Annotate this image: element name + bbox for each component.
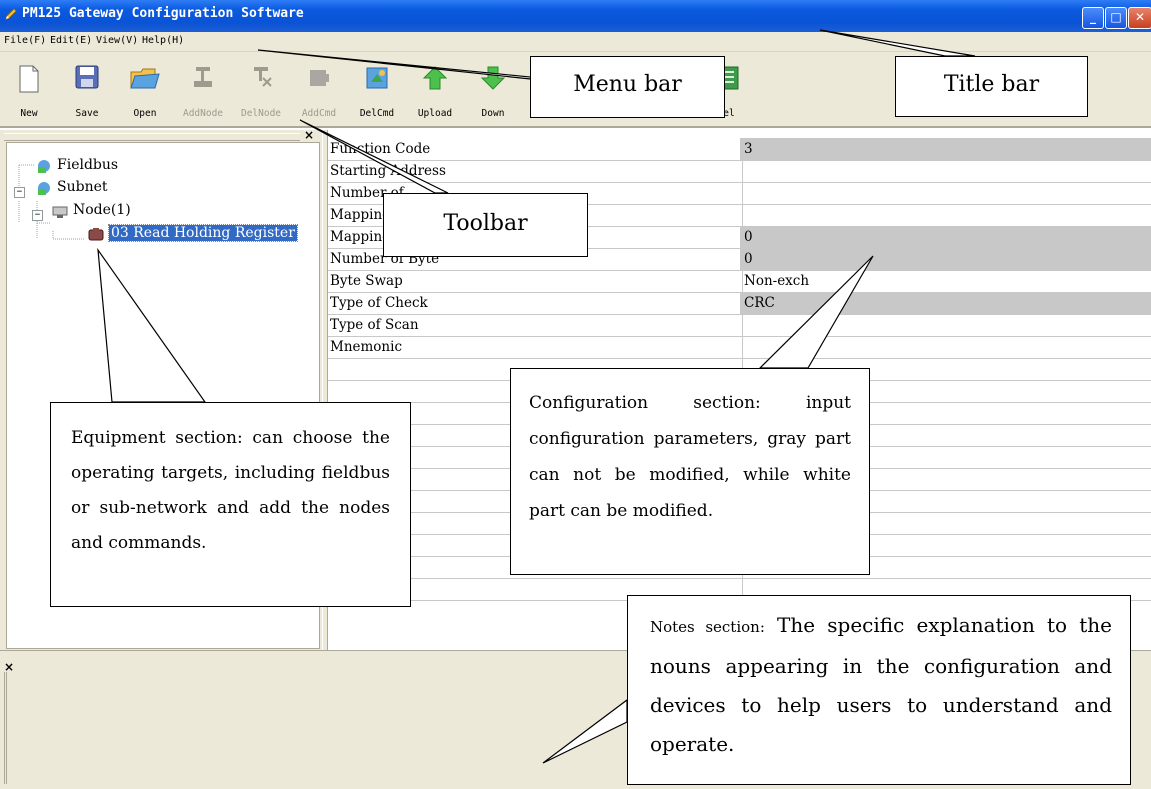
delete-node-button-label: DelNode	[240, 108, 282, 119]
equipment-panel-header: ×	[4, 128, 318, 142]
property-value[interactable]: 0	[740, 248, 1151, 270]
tree-label: Fieldbus	[57, 157, 119, 173]
callout-text: Title bar	[943, 72, 1040, 97]
minimize-icon: _	[1090, 10, 1096, 24]
delete-command-button[interactable]: DelCmd	[348, 56, 406, 122]
open-folder-icon	[130, 68, 160, 89]
add-command-button[interactable]: AddCmd	[290, 56, 348, 122]
save-icon	[75, 65, 99, 89]
callout-title-bar: Title bar	[895, 56, 1088, 117]
tree-label: Subnet	[57, 179, 108, 195]
delete-command-icon	[366, 67, 388, 89]
property-value[interactable]	[740, 182, 1151, 204]
close-button[interactable]: ✕	[1128, 7, 1151, 29]
callout-toolbar: Toolbar	[383, 193, 588, 257]
maximize-button[interactable]: □	[1105, 7, 1127, 29]
tree-item-node[interactable]: Node(1)	[51, 202, 131, 218]
title-bar[interactable]: PM125 Gateway Configuration Software _ □…	[0, 0, 1151, 32]
new-button[interactable]: New	[0, 56, 58, 122]
add-node-icon	[194, 67, 212, 87]
tree-item-command[interactable]: 03 Read Holding Register	[87, 224, 298, 242]
property-row[interactable]: Type of Check CRC	[328, 292, 1151, 315]
menu-view[interactable]: View(V)	[96, 35, 138, 46]
property-value[interactable]	[740, 160, 1151, 182]
property-row[interactable]: Mnemonic	[328, 336, 1151, 359]
node-icon	[52, 206, 68, 218]
callout-notes: Notes section: The specific explanation …	[627, 595, 1131, 785]
property-value[interactable]: CRC	[740, 292, 1151, 314]
panel-grip[interactable]	[4, 133, 300, 141]
network-icon	[38, 182, 50, 195]
property-value[interactable]	[740, 336, 1151, 358]
add-node-button-label: AddNode	[182, 108, 224, 119]
tree-item-fieldbus[interactable]: Fieldbus	[35, 157, 118, 173]
download-icon	[480, 66, 506, 90]
property-value[interactable]: Non-exch	[740, 270, 1151, 292]
callout-text: Configuration section: input configurati…	[529, 393, 851, 521]
download-button[interactable]: Down	[464, 56, 522, 122]
tree-label: 03 Read Holding Register	[108, 224, 298, 242]
delete-command-button-label: DelCmd	[359, 108, 395, 119]
tree-item-subnet[interactable]: Subnet	[35, 179, 108, 195]
upload-button[interactable]: Upload	[406, 56, 464, 122]
property-row[interactable]: Byte Swap Non-exch	[328, 270, 1151, 293]
save-button[interactable]: Save	[58, 56, 116, 122]
property-name: Mnemonic	[328, 336, 743, 358]
window-title: PM125 Gateway Configuration Software	[22, 6, 304, 21]
add-command-button-label: AddCmd	[301, 108, 337, 119]
property-name: Starting Address	[328, 160, 743, 182]
callout-notes-text: Notes section: The specific explanation …	[650, 606, 1112, 764]
property-name: Byte Swap	[328, 270, 743, 292]
property-row[interactable]: Starting Address	[328, 160, 1151, 183]
property-row[interactable]: Function Code 3	[328, 138, 1151, 161]
add-node-button[interactable]: AddNode	[174, 56, 232, 122]
save-button-label: Save	[75, 108, 99, 119]
close-panel-icon[interactable]: ×	[304, 128, 314, 142]
close-icon: ✕	[1134, 10, 1146, 24]
minimize-button[interactable]: _	[1082, 7, 1104, 29]
property-name: Function Code	[328, 138, 743, 160]
property-name: Type of Scan	[328, 314, 743, 336]
callout-menu-bar: Menu bar	[530, 56, 725, 118]
maximize-icon: □	[1110, 10, 1122, 24]
callout-text: Menu bar	[573, 72, 682, 97]
add-command-icon	[310, 70, 329, 86]
property-value[interactable]	[740, 204, 1151, 226]
tree-label: Node(1)	[73, 202, 131, 218]
property-value[interactable]: 3	[740, 138, 1151, 160]
open-button-label: Open	[133, 108, 157, 119]
delete-node-icon	[254, 67, 272, 87]
callout-text: Equipment section: can choose the operat…	[71, 428, 390, 553]
pencil-icon	[5, 8, 17, 20]
callout-text: Toolbar	[443, 211, 528, 236]
callout-notes-prefix: Notes section:	[650, 618, 765, 636]
property-row[interactable]: Type of Scan	[328, 314, 1151, 337]
menu-help[interactable]: Help(H)	[142, 35, 184, 46]
new-button-label: New	[20, 108, 38, 119]
command-icon	[88, 228, 104, 241]
menu-file[interactable]: File(F)	[4, 35, 46, 46]
delete-node-button[interactable]: DelNode	[232, 56, 290, 122]
new-file-icon	[19, 65, 39, 93]
menu-bar: File(F) Edit(E) View(V) Help(H)	[0, 32, 1151, 52]
upload-button-label: Upload	[417, 108, 453, 119]
property-value[interactable]	[740, 314, 1151, 336]
collapse-icon[interactable]: −	[14, 187, 25, 198]
menu-edit[interactable]: Edit(E)	[50, 35, 92, 46]
callout-configuration: Configuration section: input configurati…	[510, 368, 870, 575]
open-button[interactable]: Open	[116, 56, 174, 122]
property-name: Type of Check	[328, 292, 743, 314]
callout-equipment: Equipment section: can choose the operat…	[50, 402, 411, 607]
upload-icon	[422, 66, 448, 90]
property-value[interactable]: 0	[740, 226, 1151, 248]
network-icon	[38, 160, 50, 173]
collapse-icon[interactable]: −	[32, 210, 43, 221]
download-button-label: Down	[481, 108, 505, 119]
